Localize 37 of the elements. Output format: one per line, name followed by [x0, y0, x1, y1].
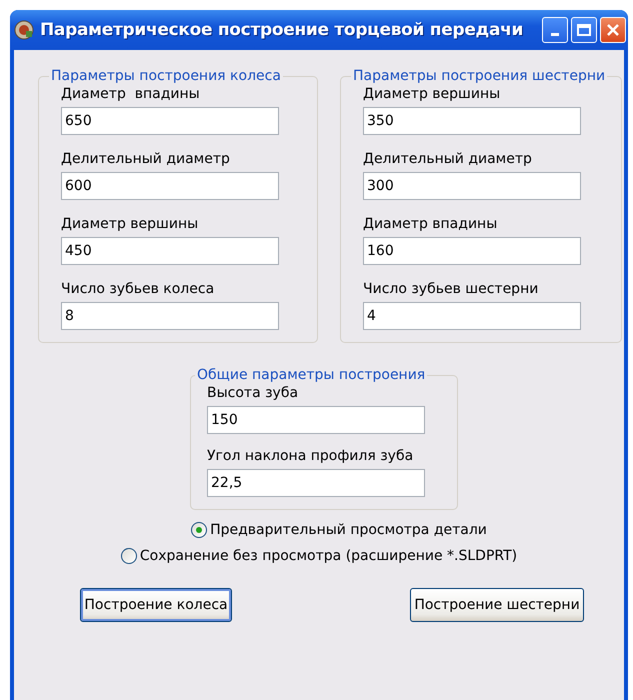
radio-button[interactable] — [191, 522, 208, 538]
field-label: Диаметр вершины — [363, 86, 502, 102]
input-field[interactable]: 160 — [363, 237, 581, 265]
group-title: Параметры построения шестерни — [352, 68, 606, 84]
group-title: Общие параметры построения — [196, 367, 426, 383]
maximize-button[interactable] — [571, 17, 597, 43]
action-button[interactable]: Построение шестерни — [410, 588, 584, 622]
field-label: Диаметр впадины — [363, 216, 498, 232]
input-field[interactable]: 350 — [363, 107, 581, 135]
close-button[interactable] — [600, 17, 626, 43]
minimize-icon — [551, 32, 559, 36]
input-field[interactable]: 150 — [207, 406, 425, 434]
minimize-button[interactable] — [542, 17, 568, 43]
input-field[interactable]: 650 — [61, 107, 279, 135]
radio-button[interactable] — [120, 548, 137, 564]
window-title: Параметрическое построение торцевой передачи — [40, 20, 524, 40]
field-label: Диаметр вершины — [61, 216, 200, 232]
field-label: Число зубьев колеса — [61, 281, 216, 297]
field-label: Диаметр впадины — [61, 86, 201, 102]
close-icon — [606, 23, 620, 37]
maximize-icon — [577, 24, 591, 36]
input-field[interactable]: 450 — [61, 237, 279, 265]
input-field[interactable]: 600 — [61, 172, 279, 200]
field-label: Угол наклона профиля зуба — [207, 448, 414, 464]
field-label: Делительный диаметр — [61, 151, 231, 167]
input-field[interactable]: 300 — [363, 172, 581, 200]
field-label: Число зубьев шестерни — [363, 281, 540, 297]
field-label: Делительный диаметр — [363, 151, 533, 167]
input-field[interactable]: 22,5 — [207, 469, 425, 497]
action-button[interactable]: Построение колеса — [80, 588, 232, 622]
radio-label: Сохранение без просмотра (расширение *.SLDPRT) — [140, 548, 518, 564]
field-label: Высота зуба — [207, 385, 300, 401]
input-field[interactable]: 4 — [363, 302, 581, 330]
input-field[interactable]: 8 — [61, 302, 279, 330]
app-icon — [14, 20, 34, 40]
group-title: Параметры построения колеса — [50, 68, 282, 84]
radio-label: Предварительный просмотра детали — [210, 522, 487, 538]
